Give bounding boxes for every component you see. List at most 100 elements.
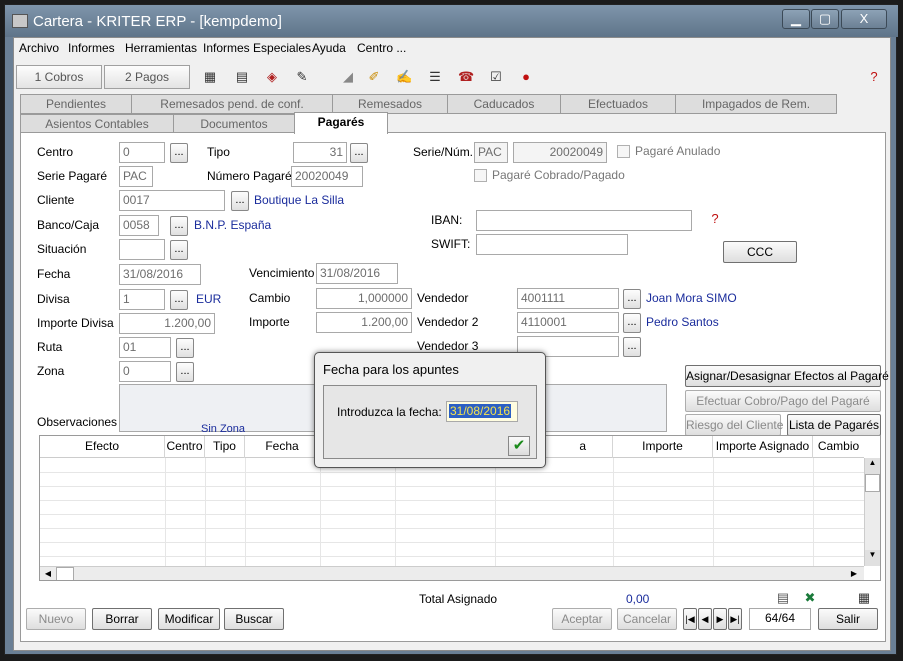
col-importe-asignado[interactable]: Importe Asignado [713, 436, 813, 458]
swift-field[interactable] [476, 234, 628, 255]
last-record-button[interactable]: ▶| [728, 608, 742, 630]
buscar-button[interactable]: Buscar [224, 608, 284, 630]
cobros-button[interactable]: 1 Cobros [16, 65, 102, 89]
col-efecto[interactable]: Efecto [40, 436, 165, 458]
dialog-ok-button[interactable]: ✔ [508, 436, 530, 456]
vendedor3-lookup-button[interactable]: ... [623, 337, 641, 357]
prev-record-button[interactable]: ◀ [698, 608, 712, 630]
record-icon[interactable]: ● [518, 69, 534, 85]
aceptar-button[interactable]: Aceptar [552, 608, 612, 630]
situacion-field[interactable] [119, 239, 165, 260]
ccc-button[interactable]: CCC [723, 241, 797, 263]
vendedor-lookup-button[interactable]: ... [623, 289, 641, 309]
cliente-lookup-button[interactable]: ... [231, 191, 249, 211]
highlighter-icon[interactable]: ✐ [366, 69, 382, 85]
maximize-button[interactable]: ▢ [811, 9, 839, 29]
calculator-small-icon[interactable]: ▦ [856, 590, 872, 606]
situacion-lookup-button[interactable]: ... [170, 240, 188, 260]
menu-informes[interactable]: Informes [68, 41, 115, 55]
book-icon[interactable]: ◈ [264, 69, 280, 85]
ruta-lookup-button[interactable]: ... [176, 338, 194, 358]
menu-ayuda[interactable]: Ayuda [312, 41, 346, 55]
zona-lookup-button[interactable]: ... [176, 362, 194, 382]
dialog-date-input[interactable]: 31/08/2016 [446, 401, 518, 422]
menu-archivo[interactable]: Archivo [19, 41, 59, 55]
serie-field[interactable]: PAC [474, 142, 508, 163]
cobrado-checkbox[interactable] [474, 169, 487, 182]
modificar-button[interactable]: Modificar [158, 608, 220, 630]
cancelar-button[interactable]: Cancelar [617, 608, 677, 630]
riesgo-cliente-button[interactable]: Riesgo del Cliente [685, 414, 783, 436]
menu-centro[interactable]: Centro ... [357, 41, 406, 55]
phone-icon[interactable]: ☎ [458, 69, 474, 85]
cambio-field[interactable]: 1,000000 [316, 288, 412, 309]
minimize-button[interactable]: ▁ [782, 9, 810, 29]
checklist-icon[interactable]: ☑ [488, 69, 504, 85]
fecha-field[interactable]: 31/08/2016 [119, 264, 201, 285]
hscroll-thumb[interactable] [56, 567, 74, 580]
title-bar[interactable]: Cartera - KRITER ERP - [kempdemo] ▁ ▢ X [5, 5, 898, 37]
numero-field[interactable]: 20020049 [513, 142, 607, 163]
first-record-button[interactable]: |◀ [683, 608, 697, 630]
cliente-field[interactable]: 0017 [119, 190, 225, 211]
banco-field[interactable]: 0058 [119, 215, 159, 236]
zona-field[interactable]: 0 [119, 361, 171, 382]
tab-documentos[interactable]: Documentos [173, 114, 295, 134]
menu-herramientas[interactable]: Herramientas [125, 41, 197, 55]
col-fecha[interactable]: Fecha [245, 436, 320, 458]
scroll-thumb[interactable] [865, 474, 880, 492]
calculator-icon[interactable]: ▦ [202, 69, 218, 85]
col-importe[interactable]: Importe [613, 436, 713, 458]
help-icon[interactable]: ? [866, 69, 882, 85]
tab-remesados[interactable]: Remesados [332, 94, 448, 114]
centro-field[interactable]: 0 [119, 142, 165, 163]
tipo-lookup-button[interactable]: ... [350, 143, 368, 163]
vendedor-field[interactable]: 4001111 [517, 288, 619, 309]
col-cambio[interactable]: Cambio [813, 436, 864, 458]
vendedor2-field[interactable]: 4110001 [517, 312, 619, 333]
scroll-up-arrow[interactable]: ▲ [865, 458, 880, 474]
efectuar-cobro-button[interactable]: Efectuar Cobro/Pago del Pagaré [685, 390, 881, 412]
importe-divisa-field[interactable]: 1.200,00 [119, 313, 215, 334]
list-icon[interactable]: ☰ [427, 69, 443, 85]
anulado-checkbox[interactable] [617, 145, 630, 158]
grid-vscrollbar[interactable]: ▲ ▼ [864, 458, 880, 566]
notepad-icon[interactable]: ✎ [294, 69, 310, 85]
centro-lookup-button[interactable]: ... [170, 143, 188, 163]
nuevo-button[interactable]: Nuevo [26, 608, 86, 630]
tab-efectuados[interactable]: Efectuados [560, 94, 676, 114]
banco-lookup-button[interactable]: ... [170, 216, 188, 236]
borrar-button[interactable]: Borrar [92, 608, 152, 630]
tab-pendientes[interactable]: Pendientes [20, 94, 132, 114]
tab-impagados[interactable]: Impagados de Rem. [675, 94, 837, 114]
excel-icon[interactable]: ✖ [802, 590, 818, 606]
document-edit-icon[interactable]: ✍ [396, 69, 412, 85]
scroll-down-arrow[interactable]: ▼ [865, 550, 880, 566]
asignar-efectos-button[interactable]: Asignar/Desasignar Efectos al Pagaré [685, 365, 889, 387]
lista-pagares-button[interactable]: Lista de Pagarés [787, 414, 881, 436]
divisa-field[interactable]: 1 [119, 289, 165, 310]
numero-pagare-field[interactable]: 20020049 [291, 166, 363, 187]
salir-button[interactable]: Salir [818, 608, 878, 630]
divisa-lookup-button[interactable]: ... [170, 290, 188, 310]
scroll-left-arrow[interactable]: ◀ [40, 567, 56, 580]
close-button[interactable]: X [841, 9, 887, 29]
ruta-field[interactable]: 01 [119, 337, 171, 358]
vencimiento-field[interactable]: 31/08/2016 [316, 263, 398, 284]
scroll-right-arrow[interactable]: ▶ [846, 567, 862, 580]
serie-pagare-field[interactable]: PAC [119, 166, 153, 187]
next-record-button[interactable]: ▶ [713, 608, 727, 630]
vendedor2-lookup-button[interactable]: ... [623, 313, 641, 333]
iban-help-icon[interactable]: ? [707, 211, 723, 227]
grid-hscrollbar[interactable]: ◀ ▶ [40, 566, 864, 580]
col-tipo[interactable]: Tipo [205, 436, 245, 458]
pagos-button[interactable]: 2 Pagos [104, 65, 190, 89]
eraser-icon[interactable]: ◢ [340, 69, 356, 85]
menu-informes-especiales[interactable]: Informes Especiales [203, 41, 311, 55]
tab-caducados[interactable]: Caducados [447, 94, 561, 114]
iban-field[interactable] [476, 210, 692, 231]
tipo-field[interactable]: 31 [293, 142, 347, 163]
col-centro[interactable]: Centro [165, 436, 205, 458]
tab-pagares[interactable]: Pagarés [294, 112, 388, 134]
importe-field[interactable]: 1.200,00 [316, 312, 412, 333]
